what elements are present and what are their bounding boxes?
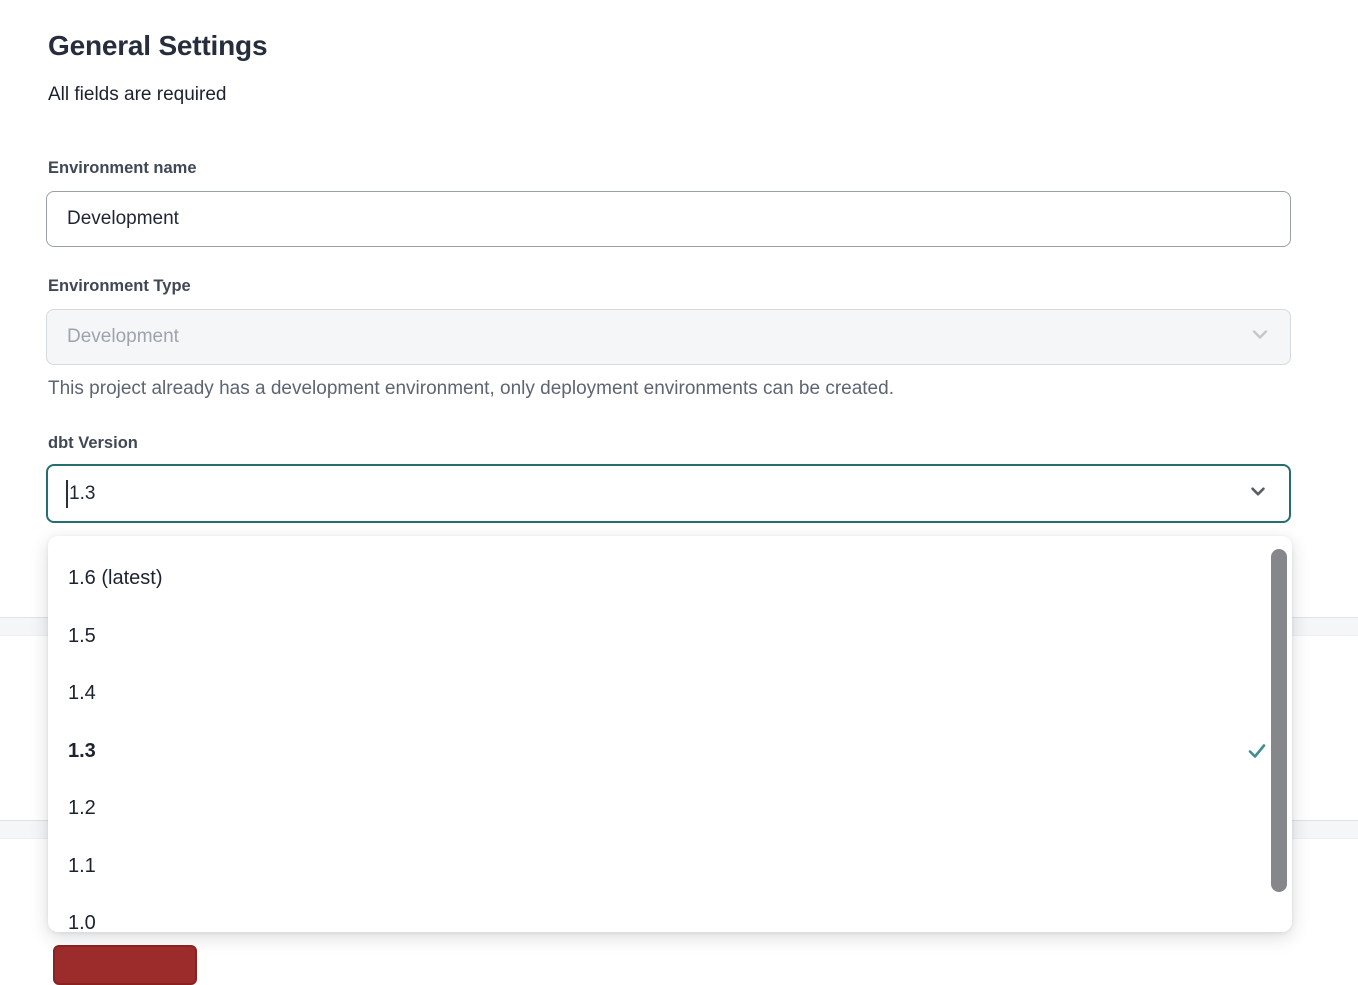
page-title: General Settings: [48, 30, 267, 62]
environment-type-select: Development: [46, 309, 1291, 365]
dropdown-option[interactable]: 1.3: [48, 723, 1292, 781]
dropdown-option-label: 1.3: [68, 740, 96, 763]
dropdown-option[interactable]: 1.2: [48, 780, 1292, 838]
dropdown-option-label: 1.0: [68, 912, 96, 932]
dbt-version-dropdown: 1.6 (latest) 1.5 1.4 1.3 1.2 1.1 1.0: [48, 536, 1292, 932]
dropdown-option-label: 1.5: [68, 625, 96, 648]
environment-name-input[interactable]: [46, 191, 1291, 247]
chevron-down-icon: [1247, 480, 1269, 508]
danger-button[interactable]: [53, 945, 197, 985]
dropdown-option[interactable]: 1.0: [48, 895, 1292, 932]
dbt-version-label: dbt Version: [48, 434, 138, 453]
dropdown-option[interactable]: 1.5: [48, 608, 1292, 666]
dropdown-option[interactable]: 1.4: [48, 665, 1292, 723]
dbt-version-combobox[interactable]: 1.3: [46, 464, 1291, 523]
environment-type-label: Environment Type: [48, 277, 191, 296]
dropdown-option-label: 1.6 (latest): [68, 567, 162, 590]
chevron-down-icon: [1248, 322, 1272, 352]
check-icon: [1246, 740, 1268, 762]
environment-type-helper-text: This project already has a development e…: [48, 378, 894, 400]
environment-name-label: Environment name: [48, 159, 197, 178]
dropdown-option-label: 1.2: [68, 797, 96, 820]
environment-type-value: Development: [67, 326, 179, 348]
dbt-version-value: 1.3: [69, 483, 95, 505]
dropdown-option-label: 1.1: [68, 855, 96, 878]
dropdown-option[interactable]: 1.6 (latest): [48, 550, 1292, 608]
dropdown-option[interactable]: 1.1: [48, 838, 1292, 896]
dropdown-option-label: 1.4: [68, 682, 96, 705]
scrollbar-thumb[interactable]: [1271, 549, 1287, 892]
dbt-version-listbox: 1.6 (latest) 1.5 1.4 1.3 1.2 1.1 1.0: [48, 550, 1292, 932]
page-subtitle: All fields are required: [48, 84, 226, 106]
text-cursor: [66, 480, 68, 508]
